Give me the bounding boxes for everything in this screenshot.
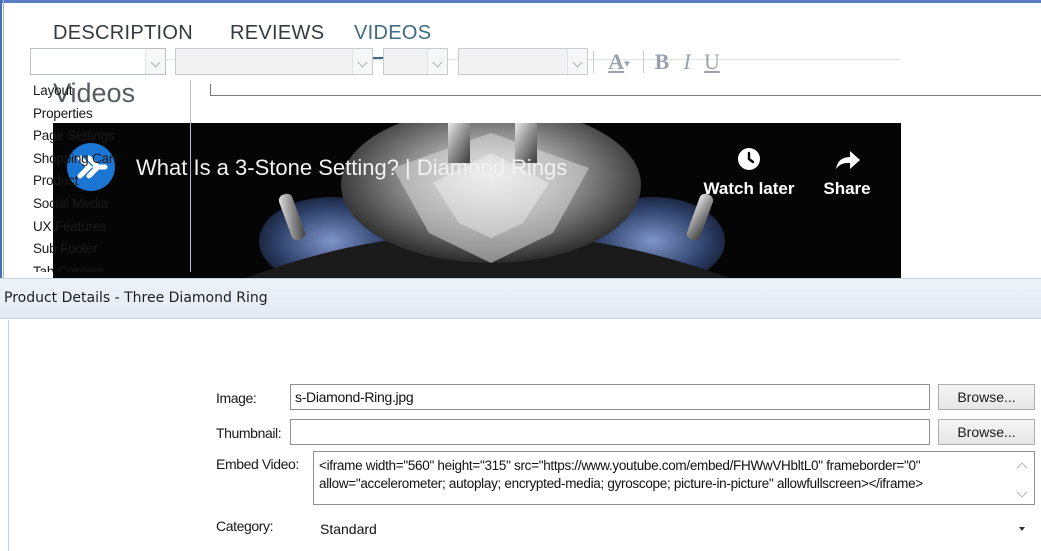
clock-icon — [738, 148, 760, 170]
category-label: Category: — [216, 518, 274, 534]
embed-video-field[interactable]: <iframe width="560" height="315" src="ht… — [313, 451, 1035, 505]
image-browse-button[interactable]: Browse... — [938, 384, 1035, 410]
tab-videos[interactable]: VIDEOS — [354, 22, 431, 45]
scroll-down-icon[interactable] — [1016, 486, 1028, 498]
thumbnail-label: Thumbnail: — [216, 425, 282, 441]
tab-reviews[interactable]: REVIEWS — [230, 22, 324, 45]
dropdown-caret-icon — [1019, 527, 1025, 531]
scroll-up-icon[interactable] — [1016, 462, 1028, 474]
toolbar-separator — [643, 51, 644, 73]
chevron-down-icon — [145, 49, 165, 74]
chevron-down-icon — [427, 49, 447, 74]
nav-item-sub-footer[interactable]: Sub Footer — [31, 238, 190, 261]
window-left-edge — [8, 320, 11, 551]
window-left-border — [0, 0, 4, 278]
nav-item-ux-features[interactable]: UX Features — [31, 216, 190, 239]
nav-item-social-media[interactable]: Social Media — [31, 193, 190, 216]
italic-button[interactable]: I — [676, 48, 698, 76]
watch-later-label: Watch later — [703, 179, 795, 198]
thumbnail-field[interactable] — [290, 419, 930, 445]
style-select[interactable] — [30, 48, 166, 75]
field-divider — [210, 84, 1041, 96]
font-color-icon: A — [608, 49, 625, 74]
nav-item-tab-content[interactable]: Tab Content — [31, 261, 190, 272]
nav-item-properties[interactable]: Properties — [31, 103, 190, 126]
thumbnail-browse-button[interactable]: Browse... — [938, 419, 1035, 445]
font-size-select[interactable] — [383, 48, 448, 75]
share-button[interactable]: Share — [797, 145, 897, 199]
share-arrow-icon — [836, 151, 860, 169]
section-nav: Layout Properties Page Settings Shopping… — [31, 80, 191, 272]
product-details-window: Product Details - Three Diamond Ring — [0, 278, 1041, 551]
watch-later-button[interactable]: Watch later — [699, 145, 799, 199]
bold-button[interactable]: B — [650, 48, 674, 76]
chevron-down-icon — [567, 49, 587, 74]
underline-button[interactable]: U — [700, 48, 724, 76]
video-title[interactable]: What Is a 3-Stone Setting? | Diamond Rin… — [136, 155, 567, 181]
window-top-border — [0, 0, 1041, 3]
window-title: Product Details - Three Diamond Ring — [4, 290, 268, 306]
paragraph-select[interactable] — [458, 48, 588, 75]
format-toolbar: A▾ B I U — [30, 48, 745, 80]
category-value: Standard — [320, 521, 377, 537]
category-select[interactable]: Standard — [313, 515, 1035, 543]
font-color-button[interactable]: A▾ — [600, 48, 638, 76]
toolbar-separator — [593, 51, 594, 73]
embed-video-code: <iframe width="560" height="315" src="ht… — [319, 458, 923, 491]
image-field[interactable]: s-Diamond-Ring.jpg — [290, 384, 930, 410]
nav-item-product[interactable]: Product — [31, 170, 190, 193]
chevron-down-icon — [352, 49, 372, 74]
window-titlebar[interactable]: Product Details - Three Diamond Ring — [0, 279, 1041, 319]
font-family-select[interactable] — [175, 48, 373, 75]
share-label: Share — [823, 179, 871, 198]
nav-item-layout[interactable]: Layout — [31, 80, 190, 103]
nav-item-shopping-cart[interactable]: Shopping Cart — [31, 148, 190, 171]
image-label: Image: — [216, 390, 257, 406]
embed-video-label: Embed Video: — [216, 456, 299, 472]
tab-description[interactable]: DESCRIPTION — [53, 22, 193, 45]
nav-item-page-settings[interactable]: Page Settings — [31, 125, 190, 148]
